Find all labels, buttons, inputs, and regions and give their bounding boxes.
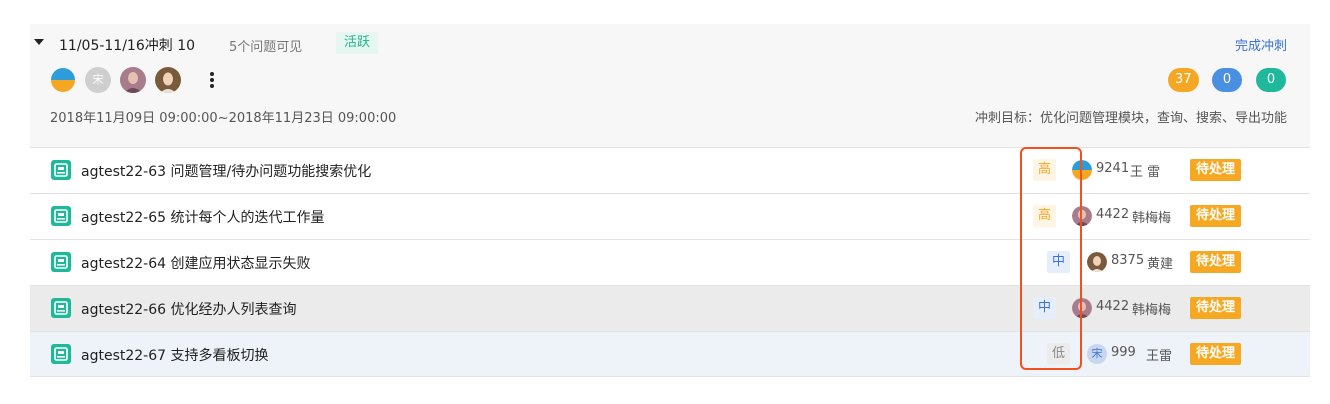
priority-tag: 中 [1047,251,1071,273]
issue-row[interactable]: agtest22-66 优化经办人列表查询 中 4422 韩梅梅 待处理 [30,285,1310,331]
more-options-icon[interactable] [206,70,218,90]
status-tag[interactable]: 待处理 [1190,205,1242,227]
sprint-name[interactable]: 11/05-11/16冲刺 10 [59,35,195,55]
issue-row[interactable]: agtest22-63 问题管理/待办问题功能搜索优化 高 9241 王 雷 待… [30,147,1310,193]
story-type-icon [51,298,71,318]
status-tag[interactable]: 待处理 [1190,159,1242,181]
photo-avatar-icon [1072,206,1092,226]
assignee-name: 韩梅梅 [1132,211,1172,226]
priority-tag: 高 [1033,159,1057,181]
issue-title[interactable]: agtest22-67 支持多看板切换 [81,345,268,365]
status-tag[interactable]: 待处理 [1190,297,1242,319]
photo-avatar-icon [1072,298,1092,318]
pinwheel-avatar-icon[interactable] [50,67,76,93]
sprint-header: 11/05-11/16冲刺 10 5个问题可见 活跃 完成冲刺 宋 37 0 0… [30,24,1310,147]
issue-row[interactable]: agtest22-64 创建应用状态显示失败 中 8375 黄建 待处理 [30,239,1310,285]
assignee-id: 9241 [1096,161,1130,176]
status-tag[interactable]: 待处理 [1190,251,1242,273]
assignee-id: 999 [1111,345,1136,360]
sprint-state-badge: 活跃 [336,32,379,54]
pinwheel-avatar-icon [1072,160,1092,180]
assignee-name: 韩梅梅 [1132,303,1172,318]
assignee-id: 8375 [1111,253,1145,268]
story-type-icon [51,252,71,272]
priority-tag: 高 [1033,205,1057,227]
complete-sprint-link[interactable]: 完成冲刺 [1235,35,1287,54]
issue-title[interactable]: agtest22-65 统计每个人的迭代工作量 [81,207,324,227]
initial-avatar-icon: 宋 [1087,344,1107,364]
todo-count-badge: 37 [1168,68,1199,92]
assignee-name: 王 雷 [1130,165,1161,180]
story-type-icon [51,344,71,364]
done-count-badge: 0 [1256,68,1286,92]
assignee-name: 王雷 [1146,349,1173,364]
caret-down-icon[interactable] [34,39,44,45]
member-initial-avatar[interactable]: 宋 [85,67,111,93]
assignee-id: 4422 [1096,299,1130,314]
story-type-icon [51,206,71,226]
in-progress-count-badge: 0 [1212,68,1242,92]
issue-title[interactable]: agtest22-63 问题管理/待办问题功能搜索优化 [81,161,371,181]
assignee-id: 4422 [1096,207,1130,222]
assignee-initial: 宋 [1091,347,1103,360]
sprint-panel: 11/05-11/16冲刺 10 5个问题可见 活跃 完成冲刺 宋 37 0 0… [30,24,1310,377]
priority-tag: 中 [1033,297,1057,319]
photo-avatar-icon [1087,252,1107,272]
issue-row[interactable]: agtest22-67 支持多看板切换 低 宋 999 王雷 待处理 [30,331,1310,377]
member-photo-avatar[interactable] [120,67,146,93]
priority-tag: 低 [1047,343,1071,365]
story-type-icon [51,160,71,180]
status-tag[interactable]: 待处理 [1190,343,1242,365]
sprint-date-range: 2018年11月09日 09:00:00~2018年11月23日 09:00:0… [50,111,397,126]
assignee-name: 黄建 [1147,257,1174,272]
issue-title[interactable]: agtest22-64 创建应用状态显示失败 [81,253,310,273]
issue-title[interactable]: agtest22-66 优化经办人列表查询 [81,299,296,319]
member-initial: 宋 [92,73,104,86]
member-photo-avatar[interactable] [155,67,181,93]
issue-row[interactable]: agtest22-65 统计每个人的迭代工作量 高 4422 韩梅梅 待处理 [30,193,1310,239]
sprint-goal: 冲刺目标：优化问题管理模块，查询、搜索、导出功能 [974,111,1287,126]
visible-issue-count: 5个问题可见 [229,40,303,55]
